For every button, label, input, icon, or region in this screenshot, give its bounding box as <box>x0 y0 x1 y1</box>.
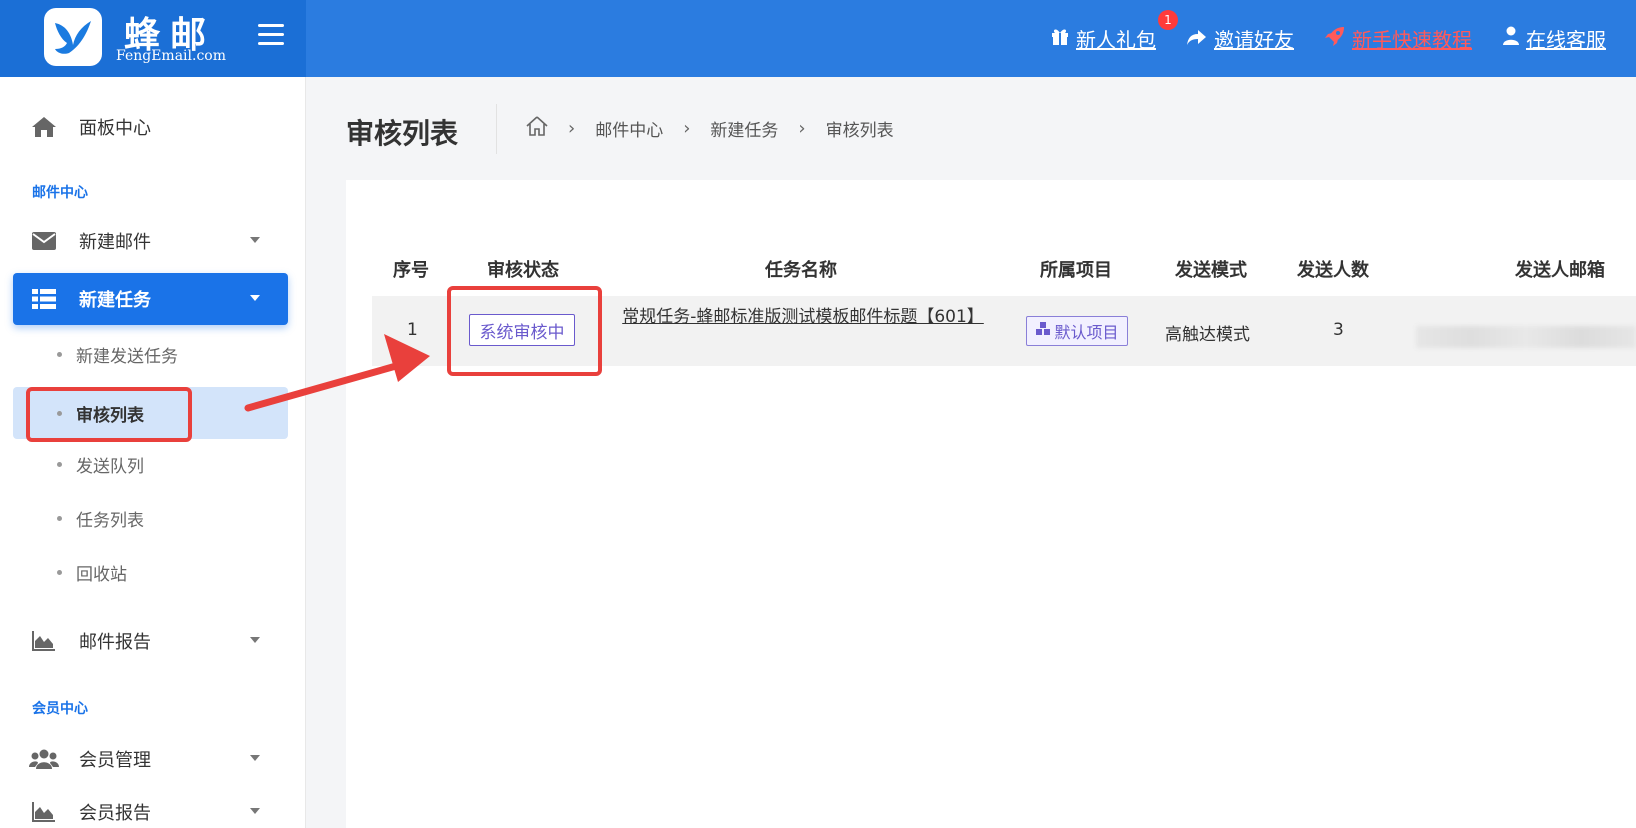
invite-link[interactable]: 邀请好友 <box>1186 24 1294 53</box>
chevron-down-icon <box>250 295 260 301</box>
breadcrumb: › 邮件中心 › 新建任务 › 审核列表 <box>526 116 894 141</box>
menu-icon[interactable] <box>258 24 284 46</box>
tutorial-label: 新手快速教程 <box>1352 28 1472 52</box>
envelope-icon <box>29 231 59 251</box>
home-icon[interactable] <box>526 116 548 141</box>
sidebar-subitem-label: 新建发送任务 <box>76 346 178 367</box>
column-header: 任务名称 <box>765 260 837 281</box>
row-send-mode: 高触达模式 <box>1165 325 1250 345</box>
title-divider <box>496 104 497 154</box>
sidebar-subitem-label: 任务列表 <box>76 510 144 531</box>
chart-icon <box>29 631 59 651</box>
sidebar-item-label: 新建任务 <box>79 290 151 311</box>
column-header: 序号 <box>393 260 429 281</box>
row-index: 1 <box>407 320 418 340</box>
sender-email-redacted <box>1416 326 1636 348</box>
sidebar-item-label: 邮件报告 <box>79 632 151 653</box>
sidebar-item-label: 会员报告 <box>79 803 151 824</box>
page-title: 审核列表 <box>346 117 459 150</box>
sidebar-subitem-send-queue[interactable]: 发送队列 <box>13 439 288 489</box>
logo-bird-icon[interactable] <box>44 8 102 66</box>
chevron-down-icon <box>250 755 260 761</box>
sidebar-item-new-task[interactable]: 新建任务 <box>13 273 288 325</box>
column-header: 发送人数 <box>1297 260 1369 281</box>
gift-link[interactable]: 新人礼包 1 <box>1050 10 1178 53</box>
invite-label: 邀请好友 <box>1214 28 1294 52</box>
chart-icon <box>29 802 59 822</box>
column-header: 发送模式 <box>1175 260 1247 281</box>
gift-badge: 1 <box>1158 10 1178 30</box>
chevron-right-icon: › <box>568 118 576 139</box>
breadcrumb-item[interactable]: 新建任务 <box>710 116 778 141</box>
tutorial-link[interactable]: 新手快速教程 <box>1324 24 1472 53</box>
users-icon <box>29 749 59 769</box>
bullet-dot <box>57 461 62 467</box>
gift-label: 新人礼包 <box>1076 28 1156 52</box>
sidebar-item-label: 面板中心 <box>79 118 151 139</box>
sidebar-item-member-report[interactable]: 会员报告 <box>13 786 288 828</box>
top-links: 新人礼包 1 邀请好友 新手快速教程 在线客服 <box>1050 0 1606 77</box>
sidebar-subitem-recycle-bin[interactable]: 回收站 <box>13 547 288 597</box>
column-header: 所属项目 <box>1040 260 1112 281</box>
brand-area: 蜂邮 FengEmail.com <box>0 0 306 77</box>
chevron-right-icon: › <box>798 118 806 139</box>
gift-icon <box>1050 26 1070 51</box>
user-icon <box>1502 26 1520 51</box>
sidebar-subitem-task-list[interactable]: 任务列表 <box>13 493 288 543</box>
chevron-down-icon <box>250 237 260 243</box>
bullet-dot <box>57 351 62 357</box>
sidebar-item-new-mail[interactable]: 新建邮件 <box>13 215 288 267</box>
highlight-box-status <box>447 286 602 376</box>
row-send-count: 3 <box>1333 320 1344 340</box>
section-member-center: 会员中心 <box>32 701 88 717</box>
rocket-icon <box>1324 25 1346 52</box>
column-header: 发送人邮箱 <box>1515 260 1605 281</box>
chevron-down-icon <box>250 808 260 814</box>
task-name-link[interactable]: 常规任务-蜂邮标准版测试模板邮件标题【601】 <box>618 304 988 330</box>
bullet-dot <box>57 569 62 575</box>
support-link[interactable]: 在线客服 <box>1502 24 1606 53</box>
chevron-right-icon: › <box>683 118 691 139</box>
sidebar-item-mail-report[interactable]: 邮件报告 <box>13 615 288 667</box>
sidebar-item-label: 新建邮件 <box>79 232 151 253</box>
top-header: 蜂邮 FengEmail.com 新人礼包 1 邀请好友 新手快速教程 在线客服 <box>0 0 1636 77</box>
chevron-down-icon <box>250 637 260 643</box>
bullet-dot <box>57 515 62 521</box>
project-badge: 默认项目 <box>1026 316 1128 346</box>
home-icon <box>29 116 59 138</box>
list-icon <box>29 289 59 309</box>
column-header: 审核状态 <box>487 260 559 281</box>
support-label: 在线客服 <box>1526 28 1606 52</box>
sidebar-item-label: 会员管理 <box>79 750 151 771</box>
brand-subtitle: FengEmail.com <box>116 48 227 64</box>
section-mail-center: 邮件中心 <box>32 185 88 201</box>
sidebar-subitem-new-send-task[interactable]: 新建发送任务 <box>13 329 288 379</box>
table-header: 序号 审核状态 任务名称 所属项目 发送模式 发送人数 发送人邮箱 <box>372 250 1636 290</box>
breadcrumb-item: 审核列表 <box>825 121 894 141</box>
cube-icon <box>1035 321 1051 341</box>
sidebar-item-dashboard[interactable]: 面板中心 <box>13 101 288 153</box>
sidebar-subitem-label: 回收站 <box>76 564 127 585</box>
highlight-box-sidebar <box>26 387 192 442</box>
project-label: 默认项目 <box>1054 323 1119 342</box>
share-icon <box>1186 27 1208 51</box>
sidebar-subitem-label: 发送队列 <box>76 456 144 477</box>
breadcrumb-item[interactable]: 邮件中心 <box>595 116 663 141</box>
sidebar-item-member-manage[interactable]: 会员管理 <box>13 733 288 785</box>
